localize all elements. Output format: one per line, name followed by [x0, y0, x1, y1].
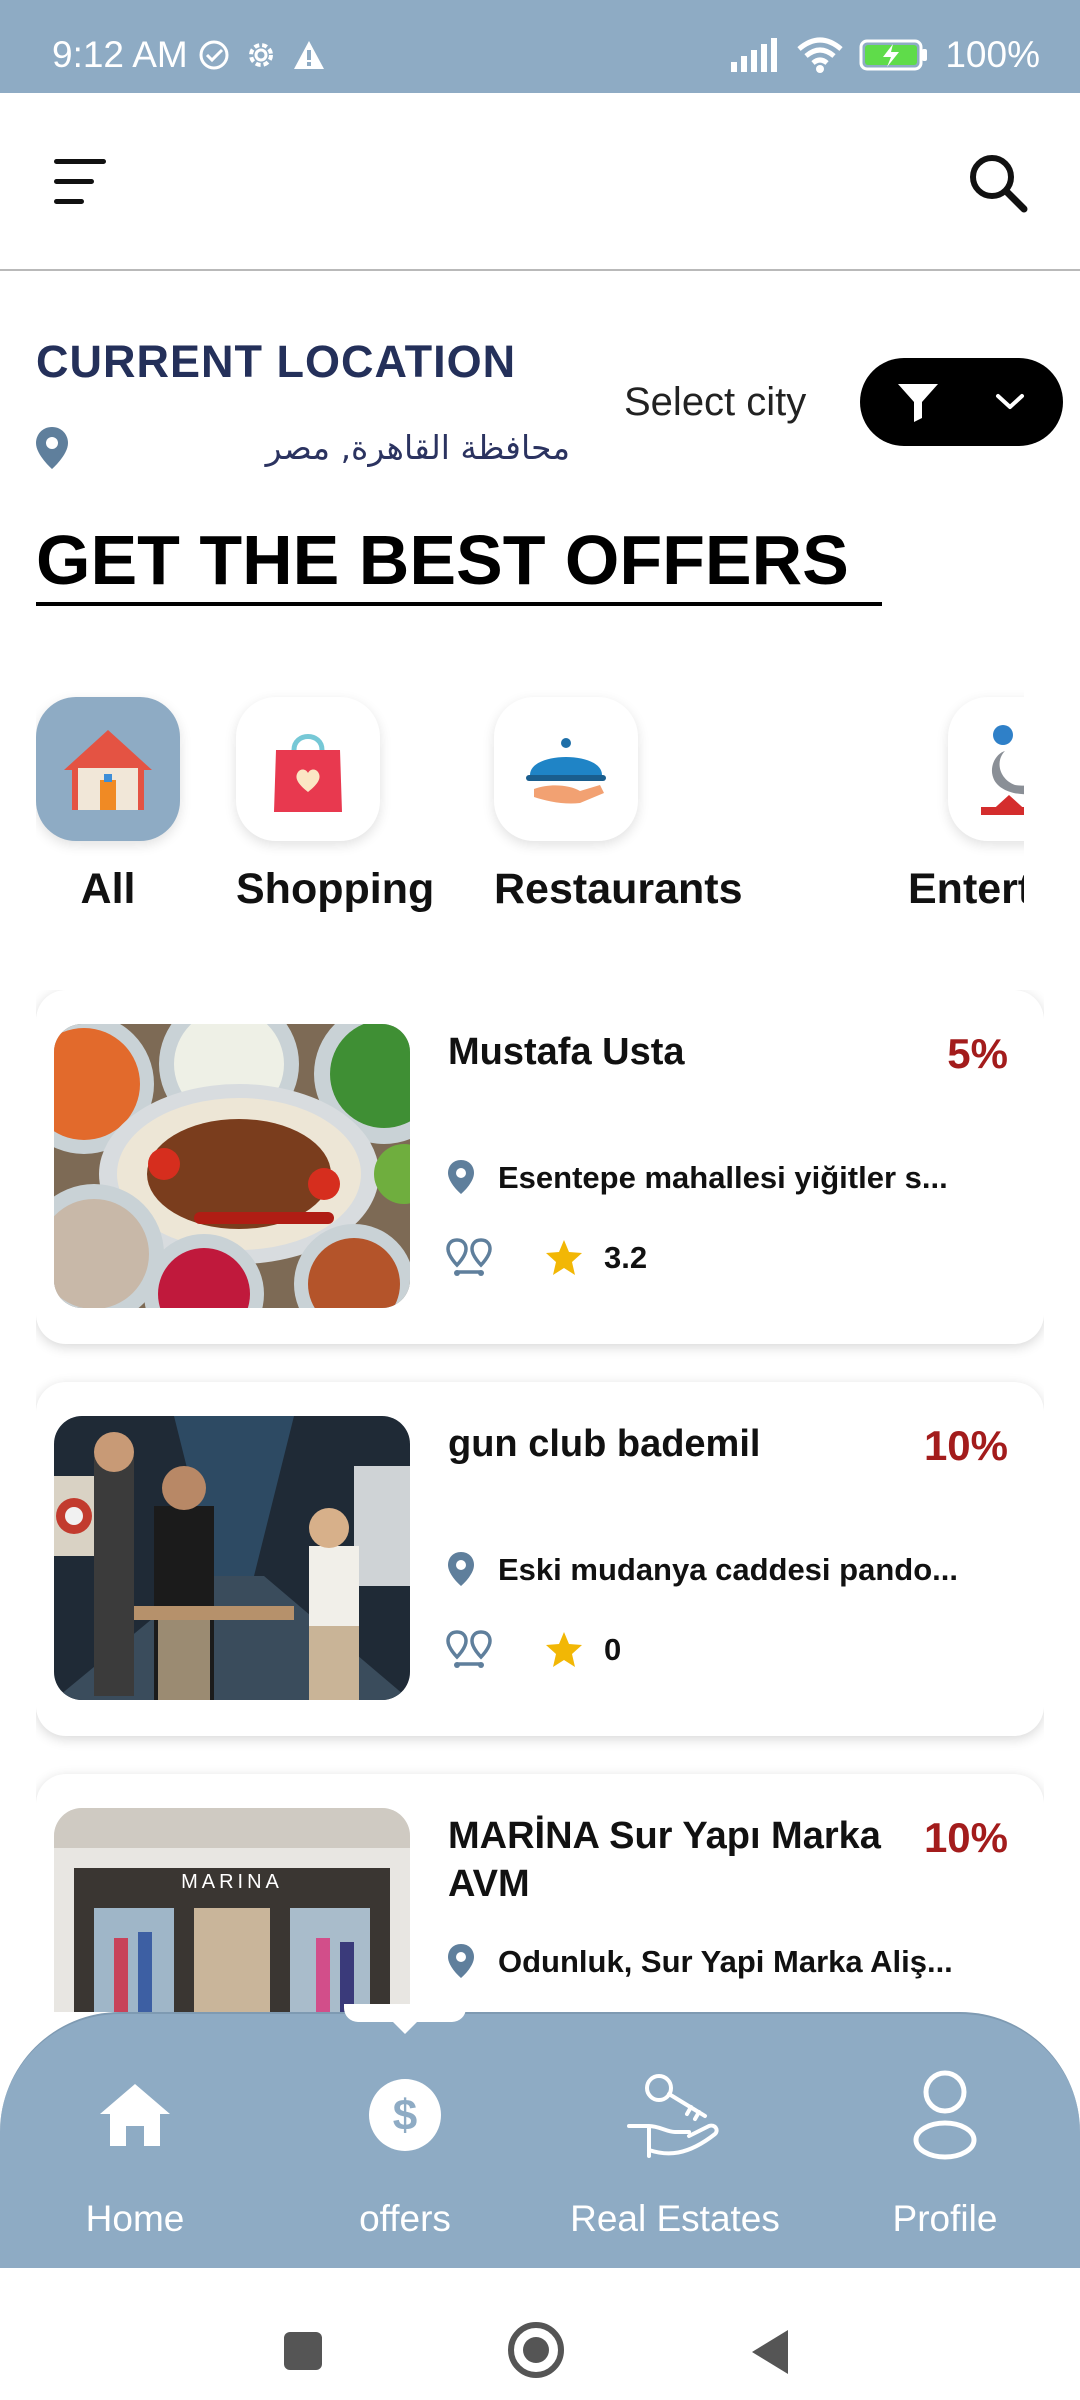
select-city-label[interactable]: Select city: [624, 380, 806, 425]
star-icon: [546, 1632, 582, 1667]
mall-storefront-image: MARINA: [54, 1808, 410, 2012]
offer-discount: 10%: [923, 1422, 1008, 1469]
location-pin-icon: [448, 1552, 474, 1586]
star-icon: [546, 1240, 582, 1275]
offer-image: [54, 1024, 410, 1308]
offers-list: Mustafa Usta 5% Esentepe mahallesi yiğit…: [36, 990, 1044, 2012]
status-notification-icons: [198, 38, 326, 72]
storefront-sign: MARINA: [181, 1871, 283, 1893]
category-label: Restaurants: [494, 865, 743, 913]
current-location-label: CURRENT LOCATION: [36, 336, 517, 387]
location-pin-icon: [448, 1944, 474, 1978]
category-label: Shopping: [236, 865, 435, 913]
warning-icon: [294, 41, 324, 69]
nav-profile[interactable]: Profile: [825, 2070, 1065, 2240]
battery-percent: 100%: [945, 34, 1040, 75]
dollar-coin-icon: $: [369, 2079, 441, 2151]
recent-apps-button[interactable]: [284, 2332, 322, 2370]
system-back-button[interactable]: [752, 2330, 788, 2374]
map-route-icon[interactable]: [446, 1238, 492, 1278]
offer-image: [54, 1416, 410, 1700]
nav-label: Home: [85, 2198, 185, 2239]
menu-icon[interactable]: [50, 153, 110, 213]
title-underline: [36, 602, 882, 606]
offer-card[interactable]: Mustafa Usta 5% Esentepe mahallesi yiğit…: [36, 990, 1044, 1344]
active-tab-indicator-tip: [389, 2018, 421, 2034]
filter-icon: [898, 384, 938, 422]
offer-address: Esentepe mahallesi yiğitler s...: [498, 1160, 948, 1195]
status-bar: 9:12 AM 100%: [0, 0, 1080, 93]
house-icon: [64, 730, 152, 810]
food-cloche-icon: [526, 738, 606, 804]
offer-name: MARİNA Sur Yapı Marka AVM: [448, 1815, 881, 1905]
offer-address: Odunluk, Sur Yapi Marka Aliş...: [498, 1944, 953, 1979]
nav-offers[interactable]: $ offers: [285, 2070, 525, 2240]
svg-text:$: $: [393, 2091, 417, 2140]
hand-key-icon: [627, 2074, 719, 2158]
category-shopping[interactable]: Shopping: [236, 680, 435, 914]
status-time: 9:12 AM: [52, 34, 188, 75]
category-entertainment[interactable]: Entertain: [908, 680, 1024, 914]
category-label: All: [80, 865, 136, 913]
offer-name: gun club bademil: [448, 1423, 761, 1465]
app-header: [0, 93, 1080, 271]
offer-card[interactable]: MARINA MARİNA Sur Yapı Marka AVM 10% Odu…: [36, 1774, 1044, 2012]
settings-icon: [249, 43, 273, 67]
nav-label: Real Estates: [570, 2198, 780, 2239]
location-pin-icon: [36, 427, 68, 469]
offer-discount: 10%: [923, 1814, 1008, 1861]
nav-label: offers: [359, 2198, 451, 2239]
offer-image: MARINA: [54, 1808, 410, 2012]
seal-circus-icon: [981, 725, 1024, 815]
profile-icon: [913, 2070, 977, 2160]
map-route-icon[interactable]: [446, 1630, 492, 1670]
category-tabs: All Shopping Restaurants Enter: [36, 680, 1024, 930]
home-icon: [100, 2084, 170, 2146]
wifi-icon: [797, 37, 843, 73]
shopping-bag-icon: [274, 734, 342, 812]
check-circle-icon: [199, 40, 229, 70]
offer-name: Mustafa Usta: [448, 1031, 685, 1073]
shooting-range-image: [54, 1416, 410, 1700]
food-platter-image: [54, 1024, 410, 1308]
signal-icon: [731, 38, 778, 72]
nav-label: Profile: [892, 2198, 998, 2239]
current-location-value[interactable]: محافظة القاهرة, مصر: [240, 428, 570, 467]
location-pin-icon: [448, 1160, 474, 1194]
category-all[interactable]: All: [36, 680, 180, 914]
offer-discount: 5%: [947, 1030, 1008, 1077]
page-title: GET THE BEST OFFERS: [36, 521, 849, 599]
offer-address: Eski mudanya caddesi pando...: [498, 1552, 958, 1587]
nav-home[interactable]: Home: [15, 2070, 255, 2240]
category-restaurants[interactable]: Restaurants: [494, 680, 743, 914]
system-navigation-bar: [0, 2268, 1080, 2400]
category-label: Entertain: [908, 865, 1024, 913]
battery-charging-icon: [859, 39, 928, 71]
nav-real-estates[interactable]: Real Estates: [555, 2070, 795, 2240]
system-home-button[interactable]: [508, 2322, 564, 2378]
search-icon[interactable]: [966, 151, 1030, 215]
offer-card[interactable]: gun club bademil 10% Eski mudanya caddes…: [36, 1382, 1044, 1736]
chevron-down-icon: [996, 394, 1024, 409]
offer-rating: 3.2: [604, 1240, 648, 1275]
city-filter-button[interactable]: [860, 358, 1063, 446]
offer-rating: 0: [604, 1632, 622, 1667]
status-system-icons: 100%: [729, 34, 1040, 76]
